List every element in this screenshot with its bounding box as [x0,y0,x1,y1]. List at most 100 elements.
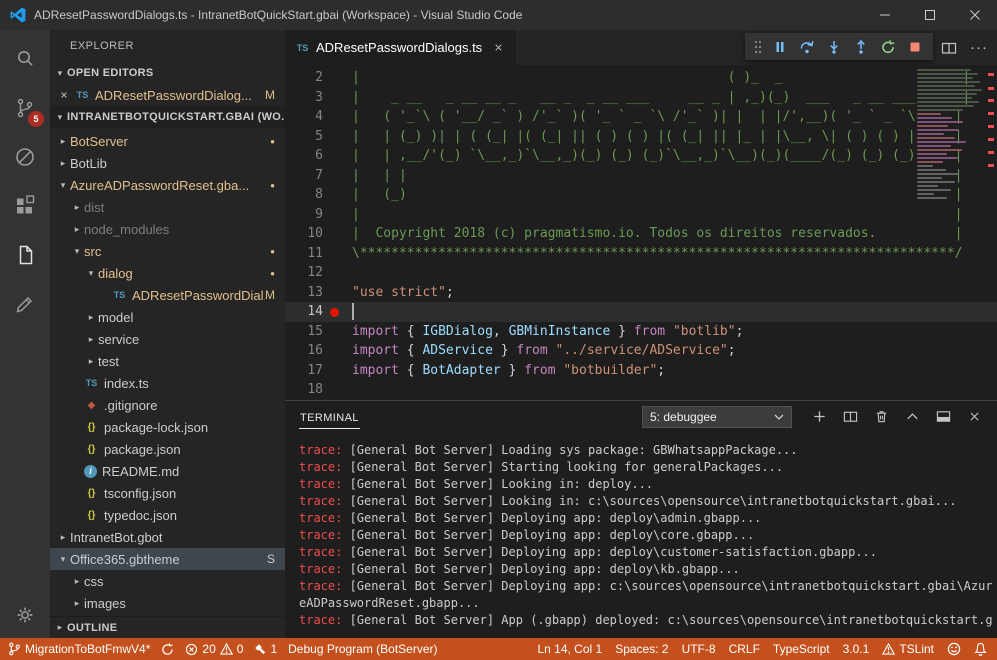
pause-button[interactable] [766,34,793,60]
tree-item-adresetpassworddial-[interactable]: TSADResetPasswordDial...M [50,284,285,306]
code-text: | _ __ _ __ __ _ __ _ _ __ ___ __ _ | ,_… [323,88,970,108]
open-editor-item[interactable]: TS ADResetPasswordDialog... M [50,84,285,106]
tree-item-test[interactable]: ▸test [50,350,285,372]
code-text: import { BotAdapter } from "botbuilder"; [323,361,665,381]
close-icon[interactable] [490,40,506,56]
debug-target-status[interactable]: Debug Program (BotServer) [288,642,437,656]
code-line-17: 17import { BotAdapter } from "botbuilder… [285,361,997,381]
minimize-button[interactable] [862,0,907,30]
restart-button[interactable] [874,34,901,60]
terminal-tab[interactable]: TERMINAL [299,405,360,429]
source-control-activity-button[interactable]: 5 [0,83,50,132]
close-button[interactable] [952,0,997,30]
tree-item-css[interactable]: ▸css [50,570,285,592]
tree-item-dist[interactable]: ▸dist [50,196,285,218]
tree-item--gitignore[interactable]: ◆.gitignore [50,394,285,416]
extensions-activity-button[interactable] [0,181,50,230]
tree-item-label: node_modules [84,222,169,237]
sync-status[interactable] [161,643,174,656]
new-terminal-icon[interactable] [810,408,828,426]
debug-activity-button[interactable] [0,132,50,181]
terminal-output[interactable]: trace: [General Bot Server] Loading sys … [285,432,997,638]
typescript-file-icon: TS [84,378,99,388]
tree-item-typedoc-json[interactable]: {}typedoc.json [50,504,285,526]
tree-item-package-lock-json[interactable]: {}package-lock.json [50,416,285,438]
chevron-expanded-icon: ▾ [84,268,98,279]
tree-item-readme-md[interactable]: iREADME.md [50,460,285,482]
maximize-button[interactable] [907,0,952,30]
step-into-button[interactable] [820,34,847,60]
line-number: 3 [285,88,323,108]
terminal-line: trace: [General Bot Server] Deploying ap… [299,578,997,595]
tree-item-package-json[interactable]: {}package.json [50,438,285,460]
feedback-smiley-button[interactable] [947,642,961,656]
tree-item-label: AzureADPasswordReset.gba... [70,178,249,193]
terminal-line: trace: [General Bot Server] Loading sys … [299,442,997,459]
tree-item-tsconfig-json[interactable]: {}tsconfig.json [50,482,285,504]
tree-item-intranetbot-gbot[interactable]: ▸IntranetBot.gbot [50,526,285,548]
step-over-button[interactable] [793,34,820,60]
tree-item-azureadpasswordreset-gba-[interactable]: ▾AzureADPasswordReset.gba...● [50,174,285,196]
code-lines: 2| ( )_ _ |3| _ __ _ __ __ _ __ _ _ __ _… [285,65,997,400]
ts-version-status[interactable]: 3.0.1 [843,642,870,656]
outline-header[interactable]: ▸ OUTLINE [50,616,285,638]
tree-item-index-ts[interactable]: TSindex.ts [50,372,285,394]
tree-item-images[interactable]: ▸images [50,592,285,614]
code-text [323,263,352,283]
more-actions-icon[interactable]: ··· [969,38,989,58]
tab-adresetpassworddialogs[interactable]: TS ADResetPasswordDialogs.ts [285,30,516,65]
tree-item-src[interactable]: ▾src● [50,240,285,262]
debug-icon [13,145,37,169]
code-editor[interactable]: 2| ( )_ _ |3| _ __ _ __ __ _ __ _ _ __ _… [285,65,997,400]
kill-terminal-icon[interactable] [872,408,890,426]
notifications-bell-button[interactable] [974,642,987,656]
close-icon[interactable] [57,88,71,102]
tree-item-botlib[interactable]: ▸BotLib [50,152,285,174]
split-editor-icon[interactable] [939,38,959,58]
modified-dot-badge: ● [270,137,275,146]
tree-item-service[interactable]: ▸service [50,328,285,350]
tree-item-node-modules[interactable]: ▸node_modules [50,218,285,240]
code-line-18: 18 [285,380,997,400]
maximize-panel-icon[interactable] [903,408,921,426]
step-out-button[interactable] [847,34,874,60]
settings-gear-button[interactable] [0,592,50,638]
split-terminal-icon[interactable] [841,408,859,426]
tree-item-botserver[interactable]: ▸BotServer● [50,130,285,152]
cursor-position-status[interactable]: Ln 14, Col 1 [537,642,602,656]
indentation-status[interactable]: Spaces: 2 [615,642,668,656]
line-number: 14 [285,302,323,322]
tasks-status[interactable]: 1 [254,642,277,656]
status-badge: M [265,288,275,302]
tree-item-model[interactable]: ▸model [50,306,285,328]
code-text: \***************************************… [323,244,962,264]
stop-button[interactable] [901,34,928,60]
close-panel-icon[interactable] [965,408,983,426]
drag-handle[interactable] [753,38,763,56]
encoding-status[interactable]: UTF-8 [682,642,716,656]
problems-status[interactable]: 20 0 [185,642,243,656]
open-editors-header[interactable]: ▾ OPEN EDITORS [50,62,285,84]
toggle-panel-icon[interactable] [934,408,952,426]
terminal-selector[interactable]: 5: debuggee [642,406,792,428]
search-activity-button[interactable] [0,34,50,83]
edit-activity-button[interactable] [0,279,50,328]
workspace-folder-header[interactable]: ▾ INTRANETBOTQUICKSTART.GBAI (WO... [50,106,285,128]
activity-bar: 5 [0,30,50,638]
tree-item-dialog[interactable]: ▾dialog● [50,262,285,284]
eol-status[interactable]: CRLF [729,642,760,656]
language-mode-status[interactable]: TypeScript [773,642,830,656]
code-line-4: 4| ( '_`\ ( '__/ _` ) /'_` )( '_ ` _ `\ … [285,107,997,127]
git-branch-status[interactable]: MigrationToBotFmwV4* [8,642,150,656]
terminal-panel: TERMINAL 5: debuggee trace: [285,400,997,638]
tslint-status[interactable]: TSLint [882,642,934,656]
code-line-16: 16import { ADService } from "../service/… [285,341,997,361]
explorer-activity-button[interactable] [0,230,50,279]
line-number: 9 [285,205,323,225]
window-title: ADResetPasswordDialogs.ts - IntranetBotQ… [34,8,522,22]
breakpoint-icon[interactable] [330,308,339,317]
tree-item-office365-gbtheme[interactable]: ▾Office365.gbthemeS [50,548,285,570]
chevron-collapsed-icon: ▸ [70,224,84,235]
minimap[interactable] [917,69,983,199]
code-line-13: 13"use strict"; [285,283,997,303]
